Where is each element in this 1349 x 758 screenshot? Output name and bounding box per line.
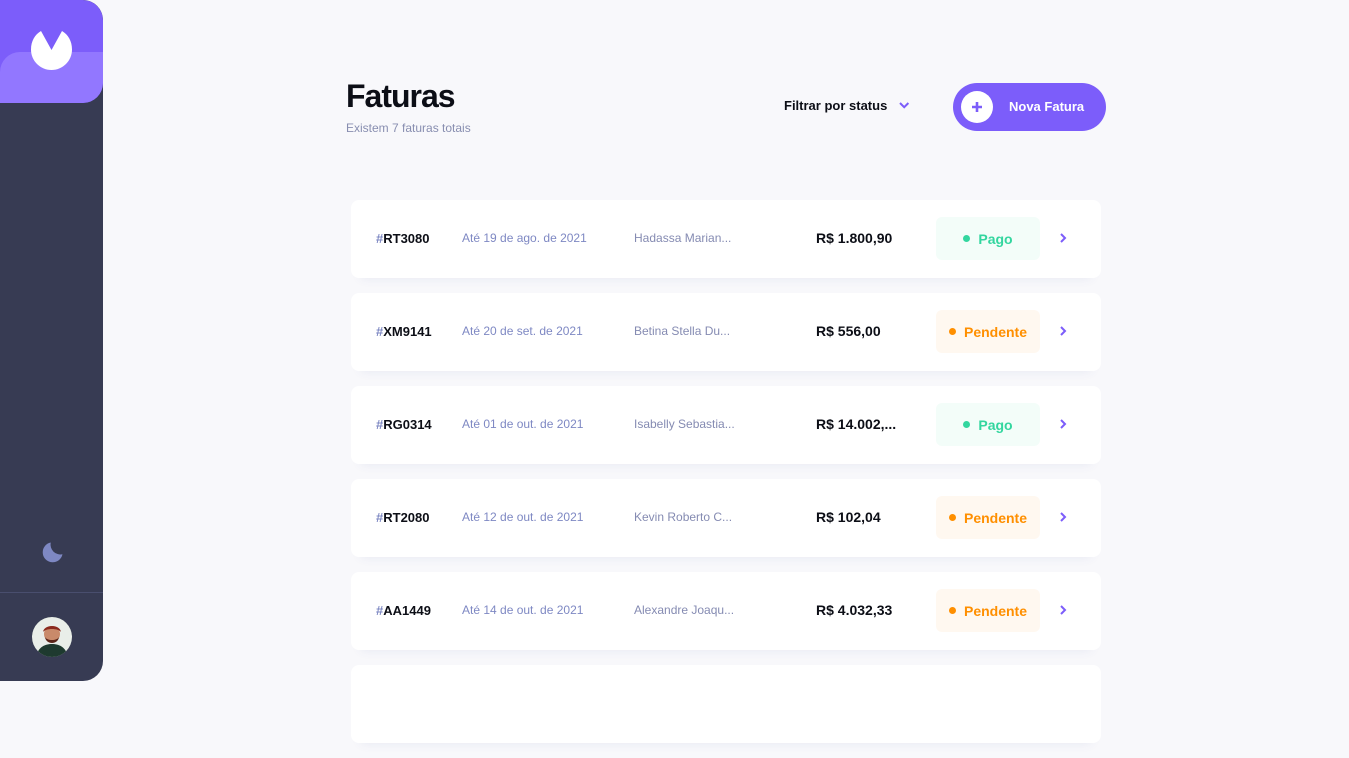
invoice-amount: R$ 1.800,90: [816, 230, 893, 246]
chevron-right-icon[interactable]: [1060, 233, 1067, 243]
logo[interactable]: [0, 0, 103, 103]
invoice-amount: R$ 14.002,...: [816, 416, 897, 432]
status-badge: Pago: [936, 217, 1040, 260]
status-label: Pendente: [963, 602, 1027, 619]
invoice-row[interactable]: #XM9141 Até 20 de set. de 2021 Betina St…: [351, 293, 1101, 371]
status-badge: Pendente: [936, 310, 1040, 353]
invoice-row[interactable]: #RT2080 Até 12 de out. de 2021 Kevin Rob…: [351, 479, 1101, 557]
invoice-client: Alexandre Joaqu...: [634, 603, 735, 617]
invoice-id-value: RT3080: [383, 231, 430, 246]
invoice-amount: R$ 4.032,33: [816, 602, 893, 618]
plus-icon: [972, 102, 982, 112]
new-invoice-button[interactable]: Nova Fatura: [953, 83, 1106, 131]
invoice-id: #RG0314: [376, 417, 432, 432]
status-dot: [963, 421, 971, 428]
invoice-amount: R$ 102,04: [816, 509, 881, 525]
invoice-due-date: Até 19 de ago. de 2021: [462, 231, 587, 245]
invoice-id: #XM9141: [376, 324, 432, 339]
invoice-id-value: XM9141: [383, 324, 432, 339]
status-dot: [948, 607, 956, 614]
status-label: Pago: [978, 230, 1013, 247]
invoice-row[interactable]: #RT3080 Até 19 de ago. de 2021 Hadassa M…: [351, 200, 1101, 278]
status-filter-dropdown[interactable]: Filtrar por status: [784, 98, 910, 113]
status-dot: [963, 235, 971, 242]
moon-icon[interactable]: [42, 542, 63, 563]
invoice-id: #AA1449: [376, 603, 431, 618]
status-badge: Pendente: [936, 496, 1040, 539]
invoice-due-date: Até 20 de set. de 2021: [462, 324, 583, 338]
invoice-id: #RT3080: [376, 231, 429, 246]
invoice-client: Isabelly Sebastia...: [634, 417, 735, 431]
invoice-client: Betina Stella Du...: [634, 324, 731, 338]
plus-circle: [961, 91, 993, 123]
logo-icon: [31, 31, 72, 70]
status-label: Pago: [978, 416, 1013, 433]
sidebar-divider: [0, 592, 103, 593]
invoice-count-subtitle: Existem 7 faturas totais: [346, 121, 471, 135]
status-label: Pendente: [963, 509, 1027, 526]
new-invoice-label: Nova Fatura: [1009, 99, 1085, 114]
status-badge: Pendente: [936, 589, 1040, 632]
invoice-client: Hadassa Marian...: [634, 231, 732, 245]
invoice-id-value: RT2080: [383, 510, 430, 525]
chevron-right-icon[interactable]: [1060, 605, 1067, 615]
status-dot: [948, 514, 956, 521]
invoice-id-value: RG0314: [383, 417, 432, 432]
chevron-right-icon[interactable]: [1060, 326, 1067, 336]
invoice-row[interactable]: #RG0314 Até 01 de out. de 2021 Isabelly …: [351, 386, 1101, 464]
filter-label: Filtrar por status: [784, 98, 888, 113]
invoice-amount: R$ 556,00: [816, 323, 881, 339]
status-dot: [948, 328, 956, 335]
chevron-down-icon: [899, 102, 910, 109]
chevron-right-icon[interactable]: [1060, 512, 1067, 522]
status-badge: Pago: [936, 403, 1040, 446]
sidebar: [0, 0, 103, 681]
invoice-list: #RT3080 Até 19 de ago. de 2021 Hadassa M…: [351, 200, 1101, 758]
invoice-row[interactable]: #AA1449 Até 14 de out. de 2021 Alexandre…: [351, 572, 1101, 650]
invoice-due-date: Até 14 de out. de 2021: [462, 603, 584, 617]
chevron-right-icon[interactable]: [1060, 419, 1067, 429]
invoice-row[interactable]: [351, 665, 1101, 743]
invoice-due-date: Até 12 de out. de 2021: [462, 510, 584, 524]
user-avatar[interactable]: [32, 617, 72, 657]
invoice-id: #RT2080: [376, 510, 429, 525]
invoice-client: Kevin Roberto C...: [634, 510, 733, 524]
status-label: Pendente: [963, 323, 1027, 340]
page-title: Faturas: [346, 78, 456, 114]
invoice-id-value: AA1449: [383, 603, 431, 618]
avatar-image: [32, 617, 72, 657]
invoice-due-date: Até 01 de out. de 2021: [462, 417, 584, 431]
